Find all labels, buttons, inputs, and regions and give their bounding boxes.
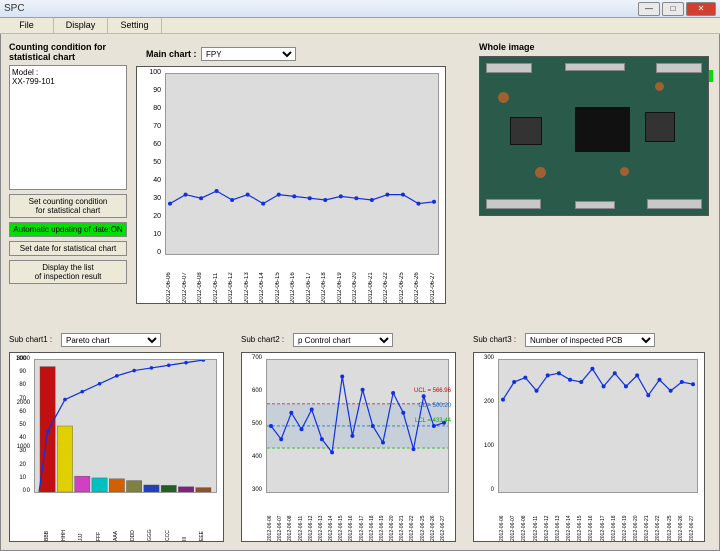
set-date-button[interactable]: Set date for statistical chart <box>9 241 127 256</box>
set-counting-condition-button[interactable]: Set counting condition for statistical c… <box>9 194 127 218</box>
menu-file[interactable]: File <box>0 18 54 33</box>
menubar: File Display Setting <box>0 18 720 34</box>
sub2-select[interactable]: p Control chart <box>293 333 393 347</box>
cl-label: CL = 500.20 <box>418 403 451 409</box>
model-value: XX-799-101 <box>12 77 124 86</box>
lcl-label: LCL = 433.44 <box>415 418 451 424</box>
auto-update-date-button[interactable]: Automatic updating of date:ON <box>9 222 127 237</box>
sub-chart-2: UCL = 566.96 CL = 500.20 LCL = 433.44 30… <box>241 352 456 542</box>
sub2-label: Sub chart2 : <box>241 335 284 344</box>
main-chart-select[interactable]: FPY <box>201 47 296 61</box>
counting-condition-heading: Counting condition for statistical chart <box>9 42 127 62</box>
main-chart: 01020304050607080901002012-06-062012-06-… <box>136 66 446 304</box>
sub3-select[interactable]: Number of inspected PCB <box>525 333 655 347</box>
close-button[interactable]: ✕ <box>686 2 716 16</box>
main-chart-label: Main chart : <box>146 49 197 59</box>
menu-display[interactable]: Display <box>54 18 108 33</box>
whole-image-label: Whole image <box>479 42 709 52</box>
app-body: Automatic updating of graph:ON Counting … <box>0 34 720 551</box>
menu-setting[interactable]: Setting <box>108 18 162 33</box>
minimize-button[interactable]: — <box>638 2 660 16</box>
display-inspection-list-button[interactable]: Display the list of inspection result <box>9 260 127 284</box>
sub-chart-3: 01002003002012-06-062012-06-072012-06-08… <box>473 352 705 542</box>
window-title: SPC <box>4 3 636 14</box>
sub1-select[interactable]: Pareto chart <box>61 333 161 347</box>
whole-image-pcb <box>479 56 709 216</box>
sub-chart-1: 01000200030000102030405060708090100BBBHH… <box>9 352 224 542</box>
model-box: Model : XX-799-101 <box>9 65 127 190</box>
model-label: Model : <box>12 68 124 77</box>
sub1-label: Sub chart1 : <box>9 335 52 344</box>
sub3-label: Sub chart3 : <box>473 335 516 344</box>
ucl-label: UCL = 566.96 <box>414 388 451 394</box>
maximize-button[interactable]: □ <box>662 2 684 16</box>
titlebar: SPC — □ ✕ <box>0 0 720 18</box>
